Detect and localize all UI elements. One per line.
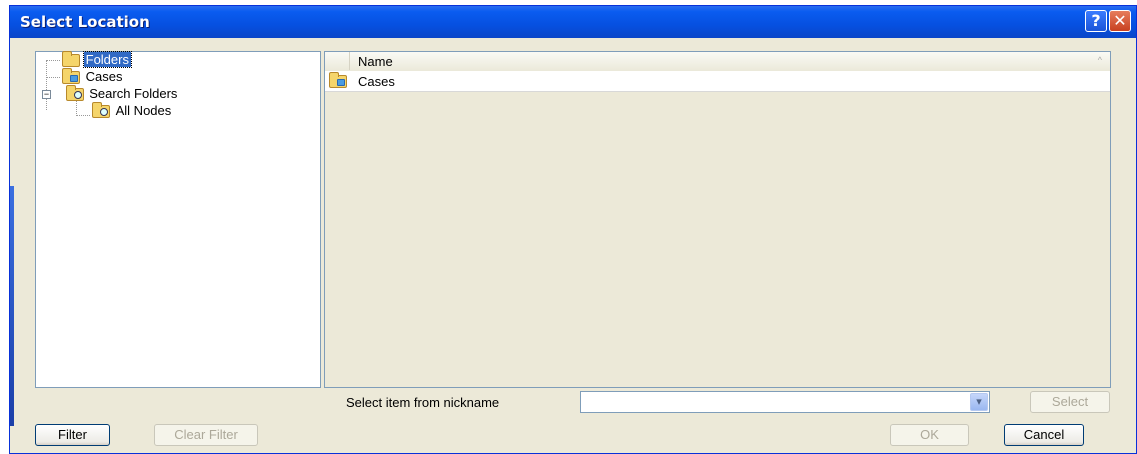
tree-item-label: All Nodes bbox=[115, 103, 172, 118]
search-folder-icon bbox=[65, 85, 84, 102]
help-button[interactable]: ? bbox=[1085, 10, 1107, 32]
window-edge-strip bbox=[10, 186, 14, 426]
folder-icon bbox=[62, 51, 80, 68]
clear-filter-button[interactable]: Clear Filter bbox=[154, 424, 258, 446]
tree-connector bbox=[46, 60, 60, 61]
icon-column-header[interactable] bbox=[325, 52, 350, 70]
folder-tree[interactable]: Folders Cases − Search Folders All Nodes bbox=[35, 51, 321, 388]
title-bar[interactable]: Select Location ? ✕ bbox=[10, 6, 1136, 38]
dialog-title: Select Location bbox=[20, 13, 150, 31]
tree-item-all-nodes[interactable]: All Nodes bbox=[92, 102, 173, 119]
chevron-down-icon[interactable]: ▾ bbox=[970, 393, 988, 411]
filter-button[interactable]: Filter bbox=[35, 424, 110, 446]
cases-folder-icon bbox=[62, 68, 80, 85]
tree-item-folders[interactable]: Folders bbox=[62, 51, 132, 68]
cancel-button[interactable]: Cancel bbox=[1004, 424, 1084, 446]
tree-item-search-folders[interactable]: − Search Folders bbox=[42, 85, 179, 102]
select-location-dialog: Select Location ? ✕ Folders Cases − Sear… bbox=[9, 5, 1137, 454]
tree-item-label: Cases bbox=[85, 69, 123, 84]
close-button[interactable]: ✕ bbox=[1109, 10, 1131, 32]
tree-item-cases[interactable]: Cases bbox=[62, 68, 124, 85]
nickname-label: Select item from nickname bbox=[346, 395, 500, 410]
nickname-select[interactable]: ▾ bbox=[580, 391, 990, 413]
select-button[interactable]: Select bbox=[1030, 391, 1110, 413]
list-header: Name ^ bbox=[325, 52, 1110, 72]
cases-folder-icon bbox=[329, 72, 347, 88]
collapse-toggle[interactable]: − bbox=[42, 90, 51, 99]
tree-item-label: Search Folders bbox=[89, 86, 178, 101]
sort-arrow-icon: ^ bbox=[1097, 55, 1102, 65]
search-folder-icon bbox=[92, 102, 110, 119]
ok-button[interactable]: OK bbox=[890, 424, 969, 446]
list-item[interactable]: Cases bbox=[325, 71, 1110, 92]
tree-connector bbox=[46, 60, 47, 110]
tree-item-label: Folders bbox=[82, 51, 132, 68]
tree-connector bbox=[76, 115, 90, 116]
list-item-name: Cases bbox=[358, 74, 395, 89]
item-list[interactable]: Name ^ Cases bbox=[324, 51, 1111, 388]
tree-connector bbox=[46, 77, 60, 78]
column-header-name[interactable]: Name bbox=[358, 54, 393, 69]
